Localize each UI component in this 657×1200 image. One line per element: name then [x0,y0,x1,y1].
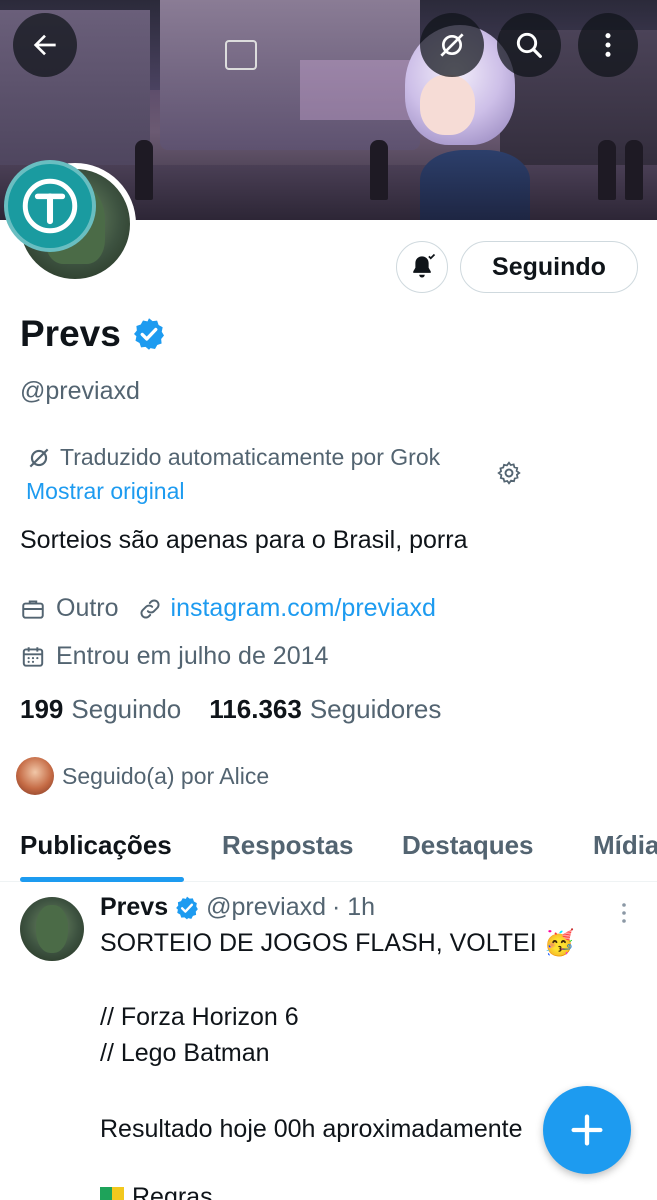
bell-check-icon [413,253,436,278]
profile-handle: @previaxd [20,377,140,405]
briefcase-icon [22,599,44,619]
followed-by-row[interactable]: Seguido(a) por Alice [16,757,269,795]
following-label: Seguindo [71,694,182,724]
rules-icon [100,1187,124,1200]
following-stat[interactable]: 199 Seguindo [20,694,181,725]
profile-category: Outro [56,594,119,622]
banner-character-body [420,150,530,220]
accessibility-badge[interactable] [4,160,96,252]
banner-neon [300,60,420,120]
compose-button[interactable] [543,1086,631,1174]
profile-tabs: Publicações Respostas Destaques Mídia [0,820,657,882]
followed-by-text: Seguido(a) por Alice [62,762,270,789]
search-icon [516,32,542,58]
post-text-line: // Lego Batman [100,1039,270,1067]
back-button[interactable] [13,13,77,77]
post-text-line: Resultado hoje 00h aproximadamente [100,1115,523,1143]
more-vertical-icon[interactable] [618,901,630,925]
post-author-name[interactable]: Prevs [100,893,168,922]
profile-joined-date: Entrou em julho de 2014 [56,642,329,670]
followers-stat[interactable]: 116.363 Seguidores [209,694,441,725]
profile-name: Prevs [20,313,121,354]
post-header: Prevs @previaxd · 1h [100,893,375,922]
translation-note-text: Traduzido automaticamente por Grok [60,444,441,470]
banner-person [370,140,388,200]
avatar-hair [36,905,68,953]
arrow-left-icon [33,34,56,56]
post-author-handle[interactable]: @previaxd [206,893,326,922]
grok-translate-button[interactable] [420,13,484,77]
more-vertical-icon [605,33,611,57]
accessibility-icon [22,178,78,234]
verified-icon[interactable] [131,316,167,352]
translation-note: Traduzido automaticamente por Grok [26,444,440,471]
banner-character-face [420,75,475,135]
followers-count: 116.363 [209,694,302,724]
plus-icon [571,1114,603,1146]
tab-destaques[interactable]: Destaques [402,830,534,861]
tab-publicacoes[interactable]: Publicações [20,830,172,861]
calendar-icon [22,646,44,667]
profile-meta-category-row: Outro instagram.com/previaxd [20,594,436,623]
profile-website-link[interactable]: instagram.com/previaxd [171,594,436,623]
verified-icon [176,896,198,919]
link-icon [140,599,160,618]
grok-slash-icon [29,448,49,467]
post-author-avatar[interactable] [20,897,84,961]
banner-sign [225,40,257,70]
post-text-line: SORTEIO DE JOGOS FLASH, VOLTEI 🥳 [100,929,575,957]
grok-slash-icon [440,33,464,57]
tab-respostas[interactable]: Respostas [222,830,354,861]
show-original-link[interactable]: Mostrar original [26,478,185,505]
following-count: 199 [20,694,64,724]
active-tab-indicator [20,877,184,882]
following-button[interactable]: Seguindo [460,241,638,293]
profile-meta-joined-row: Entrou em julho de 2014 [20,642,328,671]
post-rules-label: Regras [132,1183,213,1200]
profile-name-row: Prevs [20,313,167,355]
search-button[interactable] [497,13,561,77]
banner-person [598,140,616,200]
post-text-line: // Forza Horizon 6 [100,1003,299,1031]
banner-person [625,140,643,200]
banner-person [135,140,153,200]
profile-stats: 199 Seguindo 116.363 Seguidores [20,694,469,725]
gear-icon[interactable] [496,460,522,486]
post-text-line: Regras [100,1183,213,1200]
more-options-button[interactable] [578,13,638,77]
notifications-button[interactable] [396,241,448,293]
follower-avatar [16,757,54,795]
tab-midia[interactable]: Mídia [593,830,657,861]
followers-label: Seguidores [309,694,442,724]
post-time: · 1h [332,893,376,921]
profile-bio: Sorteios são apenas para o Brasil, porra [20,526,468,554]
